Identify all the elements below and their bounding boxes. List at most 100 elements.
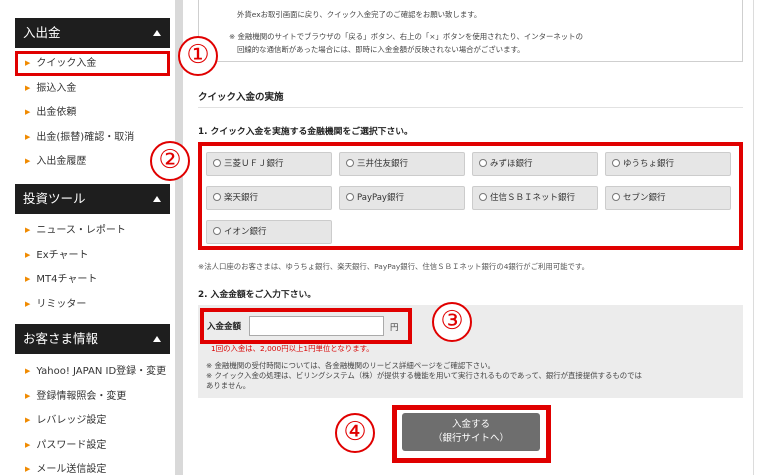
step-marker-4: ④	[335, 413, 375, 453]
bank-label: 三菱ＵＦＪ銀行	[224, 159, 284, 169]
bank-option-mizuho[interactable]: みずほ銀行	[472, 152, 598, 176]
bullet-icon: ▶	[25, 250, 31, 259]
radio-icon	[346, 193, 354, 201]
sidebar-item-password[interactable]: ▶ パスワード設定	[15, 433, 170, 458]
sidebar-item-transfer-deposit[interactable]: ▶ 振込入金	[15, 76, 170, 101]
sidebar-item-limiter[interactable]: ▶ リミッター	[15, 292, 170, 317]
sidebar-section-tools: 投資ツール ▶ ニュース・レポート ▶ Exチャート ▶ MT4チャート ▶ リミッター	[15, 184, 170, 316]
radio-icon	[612, 159, 620, 167]
sidebar-section-deposit: 入出金 ▶ クイック入金 ▶ 振込入金 ▶ 出金依頼 ▶ 出金(振替)確認・取消 ▶ 入出…	[15, 18, 170, 174]
bullet-icon: ▶	[25, 299, 31, 308]
sidebar-header-tools[interactable]: 投資ツール	[15, 184, 170, 214]
notice-text: 外貨exお取引画面に戻り、クイック入金完了のご確認をお願い致します。	[237, 10, 482, 19]
sidebar-item-withdraw-request[interactable]: ▶ 出金依頼	[15, 100, 170, 125]
sidebar-divider	[175, 0, 183, 475]
bank-label: PayPay銀行	[357, 193, 404, 203]
sidebar-item-history[interactable]: ▶ 入出金履歴	[15, 149, 170, 174]
bank-label: 楽天銀行	[224, 193, 259, 203]
step-marker-2: ②	[150, 141, 190, 181]
amount-unit: 円	[390, 323, 399, 333]
sidebar-header-customer[interactable]: お客さま情報	[15, 324, 170, 354]
radio-icon	[479, 193, 487, 201]
bullet-icon: ▶	[25, 465, 31, 474]
sidebar-item-label: ニュース・レポート	[36, 225, 126, 236]
sidebar-item-label: MT4チャート	[36, 274, 98, 286]
step-marker-1: ①	[178, 36, 218, 76]
sidebar-item-registration[interactable]: ▶ 登録情報照会・変更	[15, 384, 170, 409]
bullet-icon: ▶	[25, 132, 31, 141]
radio-icon	[213, 159, 221, 167]
sidebar-item-label: クイック入金	[36, 58, 97, 69]
main-divider	[753, 0, 754, 475]
submit-label: 入金する	[451, 419, 490, 430]
collapse-icon	[153, 336, 161, 342]
minimum-amount-note: 1回の入金は、2,000円以上1円単位となります。	[211, 344, 374, 353]
sidebar-item-label: 入出金履歴	[36, 156, 87, 168]
bank-option-mufg[interactable]: 三菱ＵＦＪ銀行	[206, 152, 332, 176]
sidebar-item-mt4chart[interactable]: ▶ MT4チャート	[15, 267, 170, 292]
bullet-icon: ▶	[25, 59, 31, 67]
radio-icon	[213, 227, 221, 235]
bullet-icon: ▶	[25, 83, 31, 92]
radio-icon	[346, 159, 354, 167]
sidebar-item-label: メール送信設定	[36, 464, 107, 475]
sidebar-item-news[interactable]: ▶ ニュース・レポート	[15, 218, 170, 243]
sidebar-item-withdraw-confirm[interactable]: ▶ 出金(振替)確認・取消	[15, 125, 170, 150]
sidebar-header-label: 入出金	[23, 25, 61, 40]
sidebar-item-label: 出金(振替)確認・取消	[36, 131, 135, 143]
bullet-icon: ▶	[25, 275, 31, 284]
step2-title: 2. 入金金額をご入力下さい。	[198, 290, 317, 300]
bank-label: 三井住友銀行	[357, 159, 409, 169]
sidebar-item-exchart[interactable]: ▶ Exチャート	[15, 243, 170, 268]
bank-option-seven[interactable]: セブン銀行	[605, 186, 731, 210]
sidebar-item-label: Yahoo! JAPAN ID登録・変更	[36, 366, 167, 377]
radio-icon	[479, 159, 487, 167]
bank-label: ゆうちょ銀行	[623, 159, 675, 169]
sidebar-item-label: パスワード設定	[36, 439, 107, 451]
bank-label: みずほ銀行	[490, 159, 533, 169]
sidebar-header-deposit[interactable]: 入出金	[15, 18, 170, 48]
radio-icon	[612, 193, 620, 201]
sidebar-item-label: 登録情報照会・変更	[36, 390, 127, 402]
amount-note: ※ クイック入金の処理は、ビリングシステム（株）が提供する機能を用いて実行される…	[206, 371, 642, 380]
sidebar-item-yahoo-id[interactable]: ▶ Yahoo! JAPAN ID登録・変更	[15, 359, 170, 384]
bullet-icon: ▶	[25, 226, 31, 234]
bullet-icon: ▶	[25, 440, 31, 449]
bullet-icon: ▶	[25, 108, 31, 117]
amount-label: 入金金額	[207, 322, 242, 332]
bank-label: イオン銀行	[224, 227, 267, 237]
bank-option-paypay[interactable]: PayPay銀行	[339, 186, 465, 210]
amount-input[interactable]	[249, 316, 384, 336]
radio-icon	[213, 193, 221, 201]
submit-sublabel: （銀行サイトへ）	[432, 433, 509, 444]
bank-option-rakuten[interactable]: 楽天銀行	[206, 186, 332, 210]
notice-text: 回線的な通信断があった場合には、即時に入金金額が反映されない場合がございます。	[237, 45, 525, 54]
sidebar-item-quick-deposit[interactable]: ▶ クイック入金	[15, 51, 170, 76]
sidebar-header-label: 投資ツール	[23, 191, 86, 206]
bank-option-aeon[interactable]: イオン銀行	[206, 220, 332, 244]
bank-option-yucho[interactable]: ゆうちょ銀行	[605, 152, 731, 176]
bullet-icon: ▶	[25, 367, 31, 375]
sidebar-item-label: 振込入金	[36, 82, 77, 94]
sidebar-item-leverage[interactable]: ▶ レバレッジ設定	[15, 408, 170, 433]
sidebar-header-label: お客さま情報	[23, 331, 99, 346]
sidebar-item-label: リミッター	[36, 298, 87, 310]
collapse-icon	[153, 196, 161, 202]
bank-option-sbi[interactable]: 住信ＳＢＩネット銀行	[472, 186, 598, 210]
deposit-submit-button[interactable]: 入金する （銀行サイトへ）	[402, 413, 540, 451]
divider	[198, 107, 743, 108]
bullet-icon: ▶	[25, 416, 31, 425]
sidebar-item-label: Exチャート	[36, 249, 89, 261]
sidebar-section-customer: お客さま情報 ▶ Yahoo! JAPAN ID登録・変更 ▶ 登録情報照会・変更 …	[15, 324, 170, 475]
bank-option-smbc[interactable]: 三井住友銀行	[339, 152, 465, 176]
step-marker-3: ③	[432, 302, 472, 342]
bullet-icon: ▶	[25, 391, 31, 400]
collapse-icon	[153, 30, 161, 36]
amount-note: ありません。	[206, 381, 251, 390]
sidebar-item-mail[interactable]: ▶ メール送信設定	[15, 457, 170, 475]
corporate-note: ※法人口座のお客さまは、ゆうちょ銀行、楽天銀行、PayPay銀行、住信ＳＢＩネッ…	[198, 262, 589, 271]
bank-label: 住信ＳＢＩネット銀行	[490, 193, 576, 203]
sidebar-item-label: 出金依頼	[36, 107, 77, 119]
sidebar-item-label: レバレッジ設定	[36, 415, 107, 427]
bullet-icon: ▶	[25, 157, 31, 166]
